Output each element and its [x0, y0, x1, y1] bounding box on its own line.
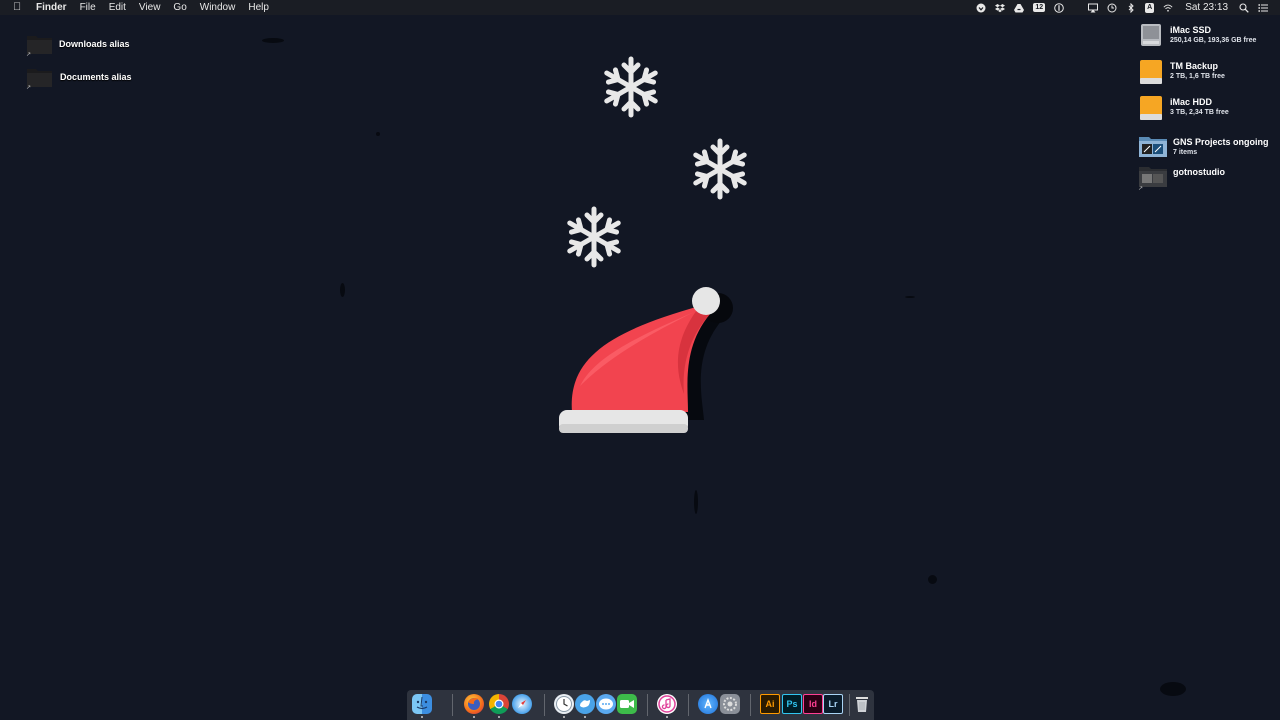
dock-separator: [849, 694, 850, 716]
drive-capacity: 3 TB, 2,34 TB free: [1170, 109, 1229, 116]
running-indicator: [498, 716, 500, 718]
menu-go[interactable]: Go: [173, 0, 186, 15]
notification-center-icon[interactable]: [1258, 3, 1268, 13]
apple-menu-icon[interactable]: : [13, 0, 23, 15]
airplay-icon[interactable]: [1088, 3, 1099, 13]
menu-bar:  Finder File Edit View Go Window Help 1…: [0, 0, 1280, 15]
wallpaper-speck: [376, 132, 380, 136]
menu-help[interactable]: Help: [248, 0, 269, 15]
input-source-icon[interactable]: A: [1145, 2, 1155, 13]
running-indicator: [666, 716, 668, 718]
wallpaper-speck: [340, 283, 345, 297]
desktop-item-gns-projects[interactable]: GNS Projects ongoing 7 items: [1138, 134, 1269, 160]
running-indicator: [421, 716, 423, 718]
dock-separator: [544, 694, 545, 716]
menu-app-finder[interactable]: Finder: [36, 0, 67, 15]
bluetooth-icon[interactable]: [1126, 2, 1136, 13]
drive-name: TM Backup: [1170, 61, 1219, 71]
snowflake-icon: [567, 206, 621, 268]
illustrator-label: Ai: [765, 699, 775, 709]
desktop-item-documents-alias[interactable]: ↗ Documents alias: [26, 65, 132, 91]
dock-separator: [452, 694, 453, 716]
external-drive-icon: [1138, 58, 1164, 84]
dock: Ai Ps Id Lr: [407, 690, 874, 720]
wallpaper-speck: [1160, 682, 1186, 696]
menu-edit[interactable]: Edit: [109, 0, 126, 15]
twitter-client-icon[interactable]: [575, 694, 595, 718]
messenger-icon[interactable]: [596, 694, 616, 714]
lightroom-label: Lr: [828, 699, 838, 709]
project-folder-icon: [1138, 134, 1168, 160]
clock-app-icon[interactable]: [554, 694, 574, 718]
time-machine-icon[interactable]: [1107, 3, 1117, 13]
folder-name: gotnostudio: [1173, 167, 1225, 177]
snowflake-icon: [604, 56, 658, 118]
wifi-icon[interactable]: [1163, 3, 1173, 13]
photoshop-label: Ps: [786, 699, 798, 709]
indesign-label: Id: [809, 699, 817, 709]
running-indicator: [563, 716, 565, 718]
spotlight-search-icon[interactable]: [1239, 2, 1249, 13]
dock-separator: [750, 694, 751, 716]
indesign-icon[interactable]: Id: [803, 694, 823, 714]
internal-drive-icon: [1138, 22, 1164, 48]
external-drive-icon: [1138, 94, 1164, 120]
snowflake-icon: [693, 138, 747, 200]
itunes-icon[interactable]: [657, 694, 677, 718]
wallpaper-speck: [694, 490, 698, 514]
alias-arrow-icon: ↗: [26, 52, 32, 58]
heart-shield-icon[interactable]: [976, 3, 986, 13]
wallpaper-speck: [262, 38, 284, 43]
alias-arrow-icon: ↗: [1138, 186, 1144, 192]
desktop-item-gotnostudio-alias[interactable]: ↗ gotnostudio: [1138, 164, 1225, 192]
folder-item-count: 7 items: [1173, 149, 1198, 156]
google-drive-icon[interactable]: [1014, 3, 1025, 13]
menu-clock[interactable]: Sat 23:13: [1185, 2, 1228, 13]
desktop-item-imac-hdd[interactable]: iMac HDD 3 TB, 2,34 TB free: [1138, 94, 1229, 120]
desktop-item-label: Documents alias: [60, 72, 132, 82]
folder-alias-icon: ↗: [1138, 164, 1168, 192]
wallpaper-speck: [905, 296, 915, 298]
desktop-item-imac-ssd[interactable]: iMac SSD 250,14 GB, 193,36 GB free: [1138, 22, 1256, 48]
menu-view[interactable]: View: [139, 0, 161, 15]
drive-name: iMac SSD: [1170, 25, 1212, 35]
folder-name: GNS Projects ongoing: [1173, 137, 1269, 147]
menu-window[interactable]: Window: [200, 0, 236, 15]
folder-alias-icon: ↗: [26, 32, 53, 58]
system-preferences-icon[interactable]: [720, 694, 740, 714]
trash-icon[interactable]: [853, 694, 871, 714]
running-indicator: [473, 716, 475, 718]
alias-arrow-icon: ↗: [26, 85, 32, 91]
dock-separator: [647, 694, 648, 716]
folder-alias-icon: ↗: [26, 65, 53, 91]
dropbox-icon[interactable]: [995, 3, 1006, 13]
photoshop-icon[interactable]: Ps: [782, 694, 802, 714]
menu-file[interactable]: File: [80, 0, 96, 15]
drive-name: iMac HDD: [1170, 97, 1213, 107]
desktop-item-label: Downloads alias: [59, 39, 130, 49]
firefox-icon[interactable]: [464, 694, 484, 718]
desktop-item-tm-backup[interactable]: TM Backup 2 TB, 1,6 TB free: [1138, 58, 1225, 84]
illustrator-icon[interactable]: Ai: [760, 694, 780, 714]
safari-icon[interactable]: [512, 694, 532, 714]
finder-icon[interactable]: [412, 694, 432, 718]
app-store-icon[interactable]: [698, 694, 718, 714]
drive-capacity: 250,14 GB, 193,36 GB free: [1170, 37, 1257, 44]
info-icon[interactable]: [1054, 2, 1064, 13]
santa-hat-icon: [559, 287, 733, 433]
chrome-icon[interactable]: [489, 694, 509, 718]
running-indicator: [584, 716, 586, 718]
lightroom-icon[interactable]: Lr: [823, 694, 843, 714]
notification-count-badge[interactable]: 12: [1033, 3, 1046, 12]
messages-icon[interactable]: [617, 694, 637, 714]
drive-capacity: 2 TB, 1,6 TB free: [1170, 73, 1225, 80]
wallpaper-speck: [928, 575, 937, 584]
desktop-item-downloads-alias[interactable]: ↗ Downloads alias: [26, 32, 130, 58]
dock-separator: [688, 694, 689, 716]
